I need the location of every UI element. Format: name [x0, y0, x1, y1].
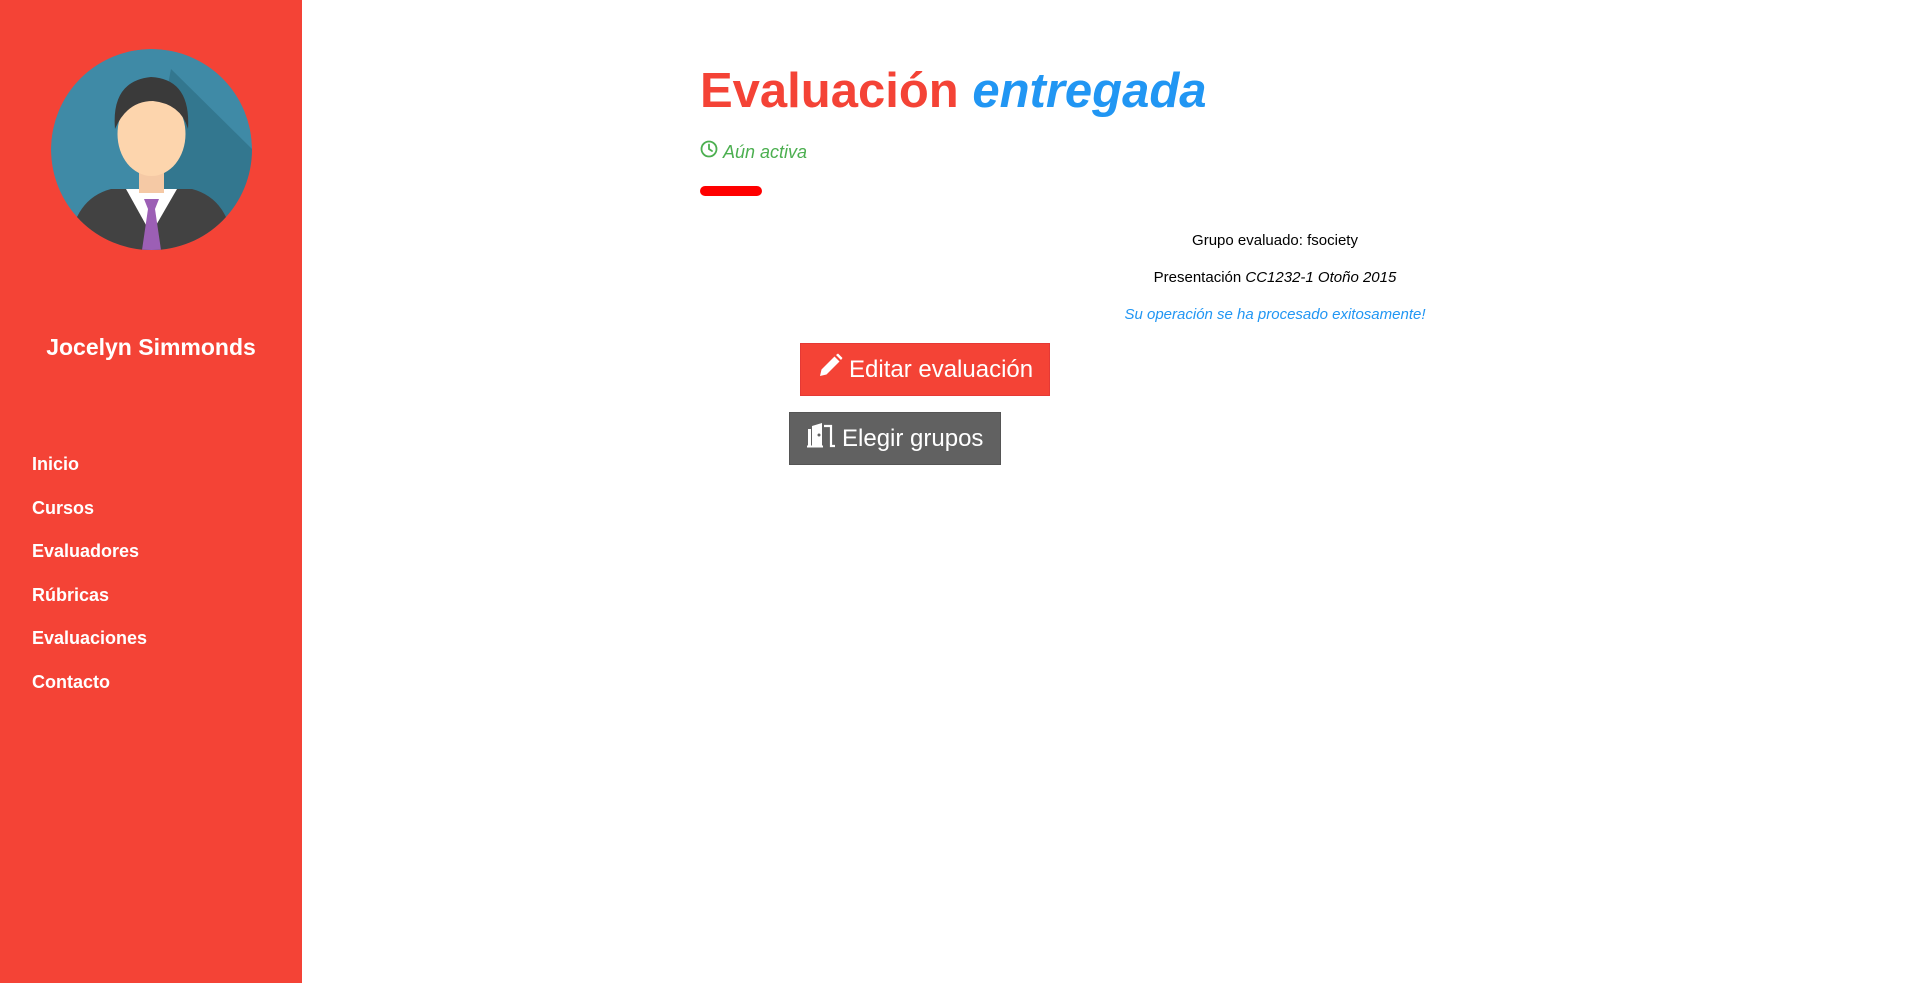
sidebar-nav: Inicio Cursos Evaluadores Rúbricas Evalu… — [32, 450, 147, 711]
choose-groups-label: Elegir grupos — [842, 424, 984, 452]
sidebar-item-inicio[interactable]: Inicio — [32, 450, 147, 494]
sidebar-item-contacto[interactable]: Contacto — [32, 668, 147, 712]
page-title-status: entregada — [972, 64, 1207, 118]
page-title: Evaluación entregada — [700, 60, 1207, 122]
user-name: Jocelyn Simmonds — [46, 334, 256, 360]
title-divider — [700, 186, 762, 196]
edit-evaluation-button[interactable]: Editar evaluación — [800, 343, 1050, 396]
page-title-main: Evaluación — [700, 64, 959, 118]
sidebar-item-evaluadores[interactable]: Evaluadores — [32, 537, 147, 581]
sidebar-item-rubricas[interactable]: Rúbricas — [32, 581, 147, 625]
sidebar-item-cursos[interactable]: Cursos — [32, 494, 147, 538]
status-text: Aún activa — [723, 141, 808, 162]
presentation-label: Presentación — [1153, 269, 1242, 286]
choose-groups-button[interactable]: Elegir grupos — [789, 412, 1001, 465]
sidebar-item-evaluaciones[interactable]: Evaluaciones — [32, 624, 147, 668]
sidebar: Jocelyn Simmonds Inicio Cursos Evaluador… — [0, 0, 302, 983]
status-indicator: Aún activa — [700, 140, 807, 163]
clock-icon — [700, 140, 723, 163]
evaluated-group: Grupo evaluado: fsociety — [1192, 232, 1358, 249]
success-message: Su operación se ha procesado exitosament… — [1124, 306, 1426, 323]
user-avatar-icon — [51, 49, 252, 250]
door-icon — [806, 422, 842, 455]
pencil-icon — [817, 353, 849, 386]
presentation-info: Presentación CC1232-1 Otoño 2015 — [950, 268, 1600, 288]
presentation-value: CC1232-1 Otoño 2015 — [1245, 269, 1397, 286]
edit-evaluation-label: Editar evaluación — [849, 355, 1034, 383]
